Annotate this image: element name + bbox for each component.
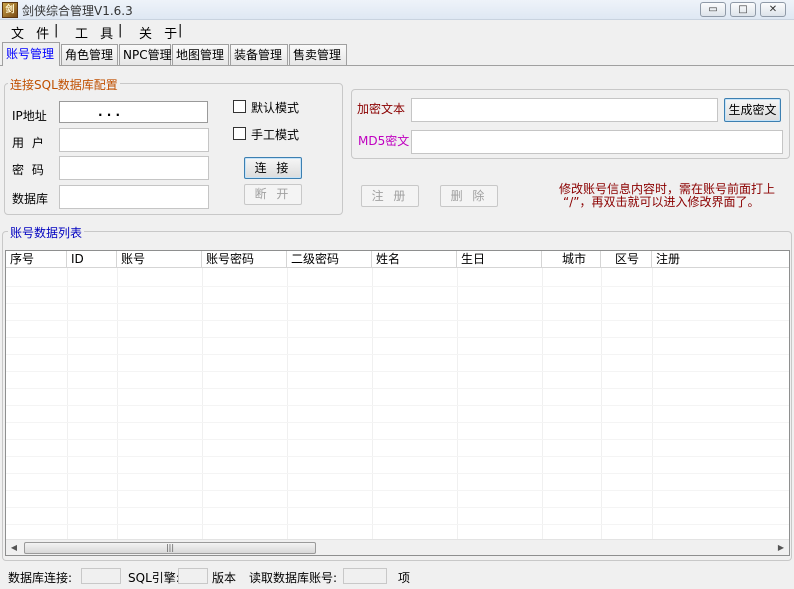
md5-output-field[interactable] <box>411 130 783 154</box>
scroll-right-icon[interactable]: ▶ <box>773 540 789 556</box>
delete-button[interactable]: 删 除 <box>440 185 498 207</box>
connect-button[interactable]: 连 接 <box>244 157 302 179</box>
row-divider <box>6 354 789 355</box>
minimize-button[interactable]: ▭ <box>700 2 726 17</box>
disconnect-button[interactable]: 断 开 <box>244 184 302 205</box>
row-divider <box>6 388 789 389</box>
column-header-index[interactable]: 序号 <box>6 251 67 268</box>
column-divider <box>457 268 458 539</box>
column-divider <box>67 268 68 539</box>
close-icon: ✕ <box>768 4 778 15</box>
column-header-city[interactable]: 城市 <box>542 251 601 268</box>
scrollbar-thumb[interactable]: ||| <box>24 542 316 554</box>
menu-separator: | <box>178 23 187 38</box>
password-label: 密 码 <box>12 163 46 177</box>
ip-label: IP地址 <box>12 109 47 123</box>
column-divider <box>652 268 653 539</box>
row-divider <box>6 422 789 423</box>
column-header-account[interactable]: 账号 <box>117 251 202 268</box>
tab-strip: 账号管理 角色管理 NPC管理 地图管理 装备管理 售卖管理 <box>0 42 794 66</box>
column-header-area-code[interactable]: 区号 <box>601 251 652 268</box>
manual-mode-label: 手工模式 <box>251 128 300 142</box>
default-mode-label: 默认模式 <box>251 101 300 115</box>
read-accounts-value <box>343 568 387 584</box>
app-logo-icon: 剑 <box>2 2 18 18</box>
row-divider <box>6 507 789 508</box>
column-header-register[interactable]: 注册 <box>652 251 789 268</box>
generate-cipher-button[interactable]: 生成密文 <box>724 98 781 122</box>
row-divider <box>6 320 789 321</box>
column-header-birthday[interactable]: 生日 <box>457 251 542 268</box>
row-divider <box>6 371 789 372</box>
default-mode-checkbox[interactable] <box>233 100 246 113</box>
row-divider <box>6 337 789 338</box>
scroll-left-icon[interactable]: ◀ <box>6 540 22 556</box>
menu-tools[interactable]: 工 具 <box>75 23 117 42</box>
database-input[interactable] <box>59 185 209 209</box>
row-divider <box>6 405 789 406</box>
menu-bar: 文 件 | 工 具 | 关 于 | <box>0 21 794 42</box>
tab-account-management[interactable]: 账号管理 <box>2 42 60 66</box>
column-divider <box>117 268 118 539</box>
row-divider <box>6 456 789 457</box>
manual-mode-checkbox[interactable] <box>233 127 246 140</box>
db-connection-value <box>81 568 121 584</box>
database-label: 数据库 <box>12 192 49 206</box>
register-button[interactable]: 注 册 <box>361 185 419 207</box>
account-table[interactable]: 序号 ID 账号 账号密码 二级密码 姓名 生日 城市 区号 注册 ◀ ||| … <box>5 250 790 556</box>
account-table-title: 账号数据列表 <box>8 224 85 241</box>
column-divider <box>372 268 373 539</box>
password-input[interactable] <box>59 156 209 180</box>
column-divider <box>287 268 288 539</box>
menu-about[interactable]: 关 于 <box>139 23 181 42</box>
plain-text-label: 加密文本 <box>357 102 406 116</box>
status-bar: 数据库连接: SQL引擎: 版本 读取数据库账号: 项 <box>0 566 794 589</box>
column-divider <box>601 268 602 539</box>
horizontal-scrollbar[interactable]: ◀ ||| ▶ <box>6 539 789 555</box>
sql-engine-label: SQL引擎: <box>128 571 180 585</box>
column-divider <box>542 268 543 539</box>
column-divider <box>202 268 203 539</box>
window-title: 剑侠综合管理V1.6.3 <box>22 4 133 18</box>
column-header-secondary-password[interactable]: 二级密码 <box>287 251 372 268</box>
ip-address-input[interactable]: . . . <box>59 101 208 123</box>
user-label: 用 户 <box>12 136 46 150</box>
hint-line-2: “/”，再双击就可以进入修改界面了。 <box>563 195 760 209</box>
menu-separator: | <box>118 23 127 38</box>
close-button[interactable]: ✕ <box>760 2 786 17</box>
menu-separator: | <box>54 23 63 38</box>
table-header: 序号 ID 账号 账号密码 二级密码 姓名 生日 城市 区号 注册 <box>6 251 789 268</box>
tab-map-management[interactable]: 地图管理 <box>172 44 229 66</box>
menu-file[interactable]: 文 件 <box>11 23 53 42</box>
tab-npc-management[interactable]: NPC管理 <box>119 44 172 66</box>
row-divider <box>6 439 789 440</box>
plain-text-input[interactable] <box>411 98 718 122</box>
title-bar[interactable]: 剑 剑侠综合管理V1.6.3 ▭ □ ✕ <box>0 0 794 20</box>
minimize-icon: ▭ <box>708 4 718 15</box>
row-divider <box>6 524 789 525</box>
tab-equipment-management[interactable]: 装备管理 <box>230 44 288 66</box>
user-input[interactable] <box>59 128 209 152</box>
row-divider <box>6 303 789 304</box>
row-divider <box>6 490 789 491</box>
sql-engine-value <box>178 568 208 584</box>
version-label: 版本 <box>212 571 237 585</box>
row-divider <box>6 286 789 287</box>
items-unit-label: 项 <box>398 571 411 585</box>
sql-connection-group-title: 连接SQL数据库配置 <box>8 76 120 93</box>
db-connection-label: 数据库连接: <box>8 571 73 585</box>
column-header-name[interactable]: 姓名 <box>372 251 457 268</box>
ip-separators: . . . <box>98 105 121 119</box>
maximize-icon: □ <box>738 4 748 15</box>
read-accounts-label: 读取数据库账号: <box>249 571 338 585</box>
tab-sales-management[interactable]: 售卖管理 <box>289 44 347 66</box>
md5-label: MD5密文 <box>358 134 410 148</box>
row-divider <box>6 473 789 474</box>
tab-role-management[interactable]: 角色管理 <box>61 44 118 66</box>
column-header-account-password[interactable]: 账号密码 <box>202 251 287 268</box>
maximize-button[interactable]: □ <box>730 2 756 17</box>
column-header-id[interactable]: ID <box>67 251 117 268</box>
